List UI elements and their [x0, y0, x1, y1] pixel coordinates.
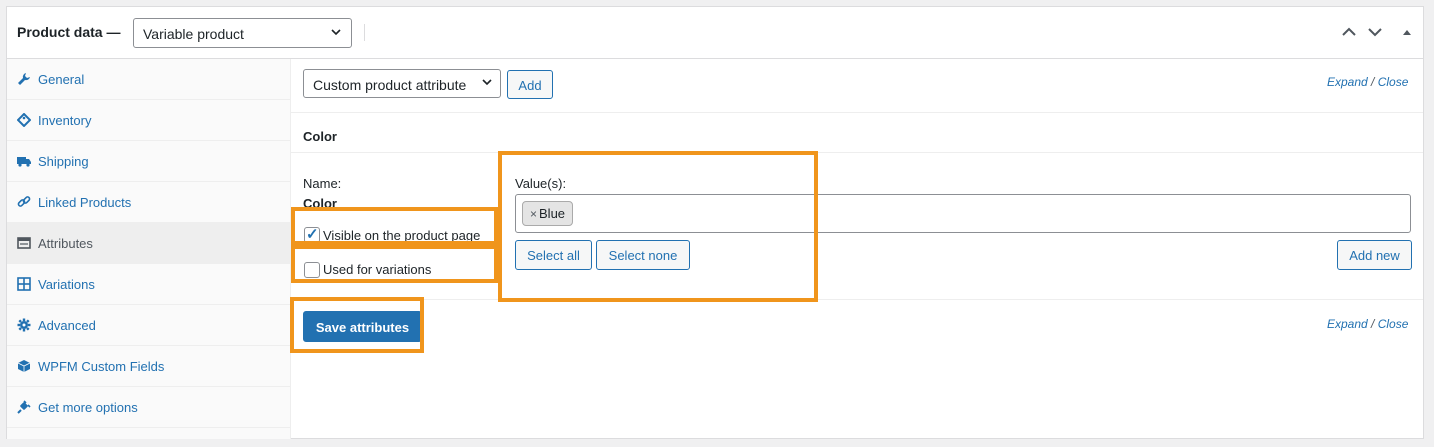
expand-close-toggle: Expand / Close — [1327, 317, 1408, 331]
tab-label: Attributes — [38, 236, 93, 251]
tab-get-more-options[interactable]: Get more options — [7, 387, 291, 428]
plugin-icon — [17, 400, 31, 414]
wrench-icon — [17, 72, 31, 86]
tab-shipping[interactable]: Shipping — [7, 141, 291, 182]
product-type-value: Variable product — [143, 26, 244, 42]
value-chip: × Blue — [522, 201, 574, 226]
truck-icon — [17, 154, 31, 168]
expand-close-toggle: Expand / Close — [1327, 75, 1408, 89]
attribute-taxonomy-select[interactable]: Custom product attribute — [303, 69, 501, 98]
used-for-variations-label[interactable]: Used for variations — [323, 262, 431, 277]
tab-wpfm-custom-fields[interactable]: WPFM Custom Fields — [7, 346, 291, 387]
value-chip-label: Blue — [539, 206, 566, 221]
name-label: Name: — [303, 176, 342, 191]
checkmark-icon: ✓ — [306, 226, 319, 243]
used-for-variations-checkbox[interactable] — [304, 262, 320, 278]
tab-label: Variations — [38, 277, 95, 292]
add-new-value-button[interactable]: Add new — [1337, 240, 1412, 270]
chevron-down-icon — [330, 26, 342, 41]
chevron-down-icon — [481, 76, 493, 91]
tab-label: Linked Products — [38, 195, 132, 210]
divider — [291, 112, 1423, 113]
link-icon — [17, 195, 31, 209]
attributes-panel: Custom product attribute Add Expand / Cl… — [291, 59, 1423, 439]
chevron-up-icon[interactable] — [1340, 23, 1358, 41]
expand-link[interactable]: Expand — [1327, 317, 1368, 331]
tab-general[interactable]: General — [7, 59, 291, 100]
tab-label: Shipping — [38, 154, 89, 169]
attribute-select-value: Custom product attribute — [313, 77, 467, 93]
product-type-select[interactable]: Variable product — [133, 18, 352, 48]
tab-variations[interactable]: Variations — [7, 264, 291, 305]
grid-icon — [17, 277, 31, 291]
visible-on-product-page-label[interactable]: Visible on the product page — [323, 228, 480, 243]
tag-icon — [16, 112, 32, 128]
tab-label: General — [38, 72, 85, 87]
attribute-name-value: Color — [303, 196, 337, 211]
divider — [291, 152, 1423, 153]
panel-header: Product data — Variable product — [7, 7, 1423, 59]
tab-label: WPFM Custom Fields — [38, 359, 165, 374]
gear-icon — [17, 318, 31, 332]
attribute-values-input[interactable]: × Blue — [515, 194, 1411, 233]
product-data-panel: Product data — Variable product General — [6, 6, 1424, 439]
tab-label: Get more options — [38, 400, 138, 415]
select-all-button[interactable]: Select all — [515, 240, 592, 270]
visible-on-product-page-checkbox[interactable]: ✓ — [304, 226, 320, 243]
divider — [291, 299, 1423, 300]
header-divider — [364, 24, 365, 41]
product-data-tabs: General Inventory Shipping Linked Produc… — [7, 59, 291, 439]
cube-icon — [17, 359, 31, 373]
tab-advanced[interactable]: Advanced — [7, 305, 291, 346]
save-attributes-button[interactable]: Save attributes — [303, 311, 422, 342]
toggle-separator: / — [1367, 317, 1378, 331]
collapse-triangle-icon[interactable] — [1398, 23, 1416, 41]
add-attribute-button[interactable]: Add — [507, 70, 553, 99]
attribute-heading[interactable]: Color — [303, 129, 337, 144]
tab-linked-products[interactable]: Linked Products — [7, 182, 291, 223]
close-link[interactable]: Close — [1378, 317, 1409, 331]
values-label: Value(s): — [515, 176, 567, 191]
expand-link[interactable]: Expand — [1327, 75, 1368, 89]
toggle-separator: / — [1367, 75, 1378, 89]
tab-attributes[interactable]: Attributes — [7, 223, 291, 264]
table-icon — [17, 236, 31, 250]
panel-title: Product data — — [17, 24, 121, 40]
remove-value-icon[interactable]: × — [530, 207, 537, 221]
tab-label: Advanced — [38, 318, 96, 333]
tab-label: Inventory — [38, 113, 92, 128]
chevron-down-icon[interactable] — [1366, 23, 1384, 41]
close-link[interactable]: Close — [1378, 75, 1409, 89]
select-none-button[interactable]: Select none — [596, 240, 690, 270]
tab-inventory[interactable]: Inventory — [7, 100, 291, 141]
